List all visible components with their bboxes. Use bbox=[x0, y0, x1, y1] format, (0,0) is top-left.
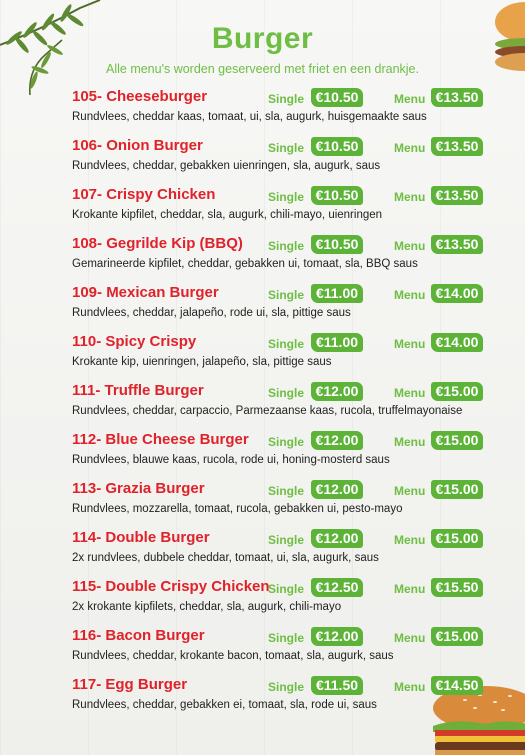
menu-item: 116- Bacon Burger Single €12.00 Menu €15… bbox=[72, 625, 512, 674]
item-description: 2x krokante kipfilets, cheddar, sla, aug… bbox=[72, 601, 342, 613]
item-name: 113- Grazia Burger bbox=[72, 480, 205, 497]
item-description: Rundvlees, cheddar, gebakken uienringen,… bbox=[72, 160, 381, 172]
single-label: Single bbox=[268, 582, 305, 596]
single-price-badge: €12.00 bbox=[311, 529, 363, 548]
single-label: Single bbox=[268, 533, 305, 547]
menu-label: Menu bbox=[394, 386, 426, 400]
item-name: 112- Blue Cheese Burger bbox=[72, 431, 249, 448]
single-price-badge: €12.00 bbox=[311, 431, 363, 450]
menu-price-badge: €14.00 bbox=[431, 284, 483, 303]
menu-item: 111- Truffle Burger Single €12.00 Menu €… bbox=[72, 380, 512, 429]
menu-price-badge: €15.00 bbox=[431, 627, 483, 646]
menu-label: Menu bbox=[394, 484, 426, 498]
page-title: Burger bbox=[211, 22, 314, 55]
single-price-badge: €11.00 bbox=[311, 333, 363, 352]
single-label: Single bbox=[268, 631, 305, 645]
single-label: Single bbox=[268, 92, 305, 106]
single-label: Single bbox=[268, 141, 305, 155]
item-name: 115- Double Crispy Chicken bbox=[72, 578, 270, 595]
single-label: Single bbox=[268, 484, 305, 498]
menu-item: 105- Cheeseburger Single €10.50 Menu €13… bbox=[72, 86, 512, 135]
menu-price-badge: €15.00 bbox=[431, 431, 483, 450]
single-label: Single bbox=[268, 386, 305, 400]
menu-price-badge: €13.50 bbox=[431, 137, 483, 156]
item-description: Rundvlees, cheddar kaas, tomaat, ui, sla… bbox=[72, 111, 427, 123]
item-description: Rundvlees, cheddar, krokante bacon, toma… bbox=[72, 650, 394, 662]
menu-item: 112- Blue Cheese Burger Single €12.00 Me… bbox=[72, 429, 512, 478]
menu-label: Menu bbox=[394, 337, 426, 351]
menu-label: Menu bbox=[394, 141, 426, 155]
item-name: 108- Gegrilde Kip (BBQ) bbox=[72, 235, 243, 252]
single-price-badge: €10.50 bbox=[311, 186, 363, 205]
single-price-badge: €12.00 bbox=[311, 382, 363, 401]
single-price-badge: €10.50 bbox=[311, 235, 363, 254]
menu-label: Menu bbox=[394, 190, 426, 204]
menu-price-badge: €15.00 bbox=[431, 480, 483, 499]
menu-list: 105- Cheeseburger Single €10.50 Menu €13… bbox=[72, 86, 512, 723]
menu-item: 109- Mexican Burger Single €11.00 Menu €… bbox=[72, 282, 512, 331]
single-price-badge: €12.50 bbox=[311, 578, 363, 597]
item-name: 117- Egg Burger bbox=[72, 676, 188, 693]
single-price-badge: €12.00 bbox=[311, 480, 363, 499]
menu-label: Menu bbox=[394, 435, 426, 449]
item-description: Rundvlees, cheddar, jalapeño, rode ui, s… bbox=[72, 307, 351, 319]
item-description: Gemarineerde kipfilet, cheddar, gebakken… bbox=[72, 258, 418, 270]
menu-item: 106- Onion Burger Single €10.50 Menu €13… bbox=[72, 135, 512, 184]
item-description: Rundvlees, mozzarella, tomaat, rucola, g… bbox=[72, 503, 403, 515]
single-price-badge: €10.50 bbox=[311, 137, 363, 156]
page-subtitle: Alle menu's worden geserveerd met friet … bbox=[106, 62, 419, 76]
menu-item: 107- Crispy Chicken Single €10.50 Menu €… bbox=[72, 184, 512, 233]
item-name: 116- Bacon Burger bbox=[72, 627, 205, 644]
menu-item: 117- Egg Burger Single €11.50 Menu €14.5… bbox=[72, 674, 512, 723]
menu-label: Menu bbox=[394, 239, 426, 253]
single-price-badge: €10.50 bbox=[311, 88, 363, 107]
item-description: Krokante kip, uienringen, jalapeño, sla,… bbox=[72, 356, 332, 368]
item-description: Rundvlees, cheddar, gebakken ei, tomaat,… bbox=[72, 699, 377, 711]
menu-price-badge: €13.50 bbox=[431, 88, 483, 107]
menu-price-badge: €15.00 bbox=[431, 529, 483, 548]
menu-label: Menu bbox=[394, 680, 426, 694]
single-price-badge: €11.50 bbox=[311, 676, 363, 695]
single-label: Single bbox=[268, 190, 305, 204]
menu-item: 110- Spicy Crispy Single €11.00 Menu €14… bbox=[72, 331, 512, 380]
item-name: 111- Truffle Burger bbox=[72, 382, 204, 399]
menu-label: Menu bbox=[394, 582, 426, 596]
single-label: Single bbox=[268, 239, 305, 253]
single-label: Single bbox=[268, 288, 305, 302]
menu-item: 115- Double Crispy Chicken Single €12.50… bbox=[72, 576, 512, 625]
single-label: Single bbox=[268, 337, 305, 351]
menu-price-badge: €13.50 bbox=[431, 235, 483, 254]
item-name: 105- Cheeseburger bbox=[72, 88, 208, 105]
menu-label: Menu bbox=[394, 92, 426, 106]
menu-label: Menu bbox=[394, 288, 426, 302]
menu-price-badge: €14.50 bbox=[431, 676, 483, 695]
menu-label: Menu bbox=[394, 631, 426, 645]
item-name: 110- Spicy Crispy bbox=[72, 333, 197, 350]
single-price-badge: €11.00 bbox=[311, 284, 363, 303]
menu-item: 113- Grazia Burger Single €12.00 Menu €1… bbox=[72, 478, 512, 527]
item-name: 106- Onion Burger bbox=[72, 137, 203, 154]
menu-item: 114- Double Burger Single €12.00 Menu €1… bbox=[72, 527, 512, 576]
menu-item: 108- Gegrilde Kip (BBQ) Single €10.50 Me… bbox=[72, 233, 512, 282]
menu-price-badge: €14.00 bbox=[431, 333, 483, 352]
menu-price-badge: €15.50 bbox=[431, 578, 483, 597]
menu-price-badge: €15.00 bbox=[431, 382, 483, 401]
item-name: 109- Mexican Burger bbox=[72, 284, 219, 301]
item-description: Rundvlees, blauwe kaas, rucola, rode ui,… bbox=[72, 454, 390, 466]
item-description: 2x rundvlees, dubbele cheddar, tomaat, u… bbox=[72, 552, 379, 564]
item-description: Rundvlees, cheddar, carpaccio, Parmezaan… bbox=[72, 405, 463, 417]
item-name: 107- Crispy Chicken bbox=[72, 186, 216, 203]
item-description: Krokante kipfilet, cheddar, sla, augurk,… bbox=[72, 209, 383, 221]
menu-price-badge: €13.50 bbox=[431, 186, 483, 205]
menu-label: Menu bbox=[394, 533, 426, 547]
single-price-badge: €12.00 bbox=[311, 627, 363, 646]
single-label: Single bbox=[268, 435, 305, 449]
item-name: 114- Double Burger bbox=[72, 529, 210, 546]
single-label: Single bbox=[268, 680, 305, 694]
